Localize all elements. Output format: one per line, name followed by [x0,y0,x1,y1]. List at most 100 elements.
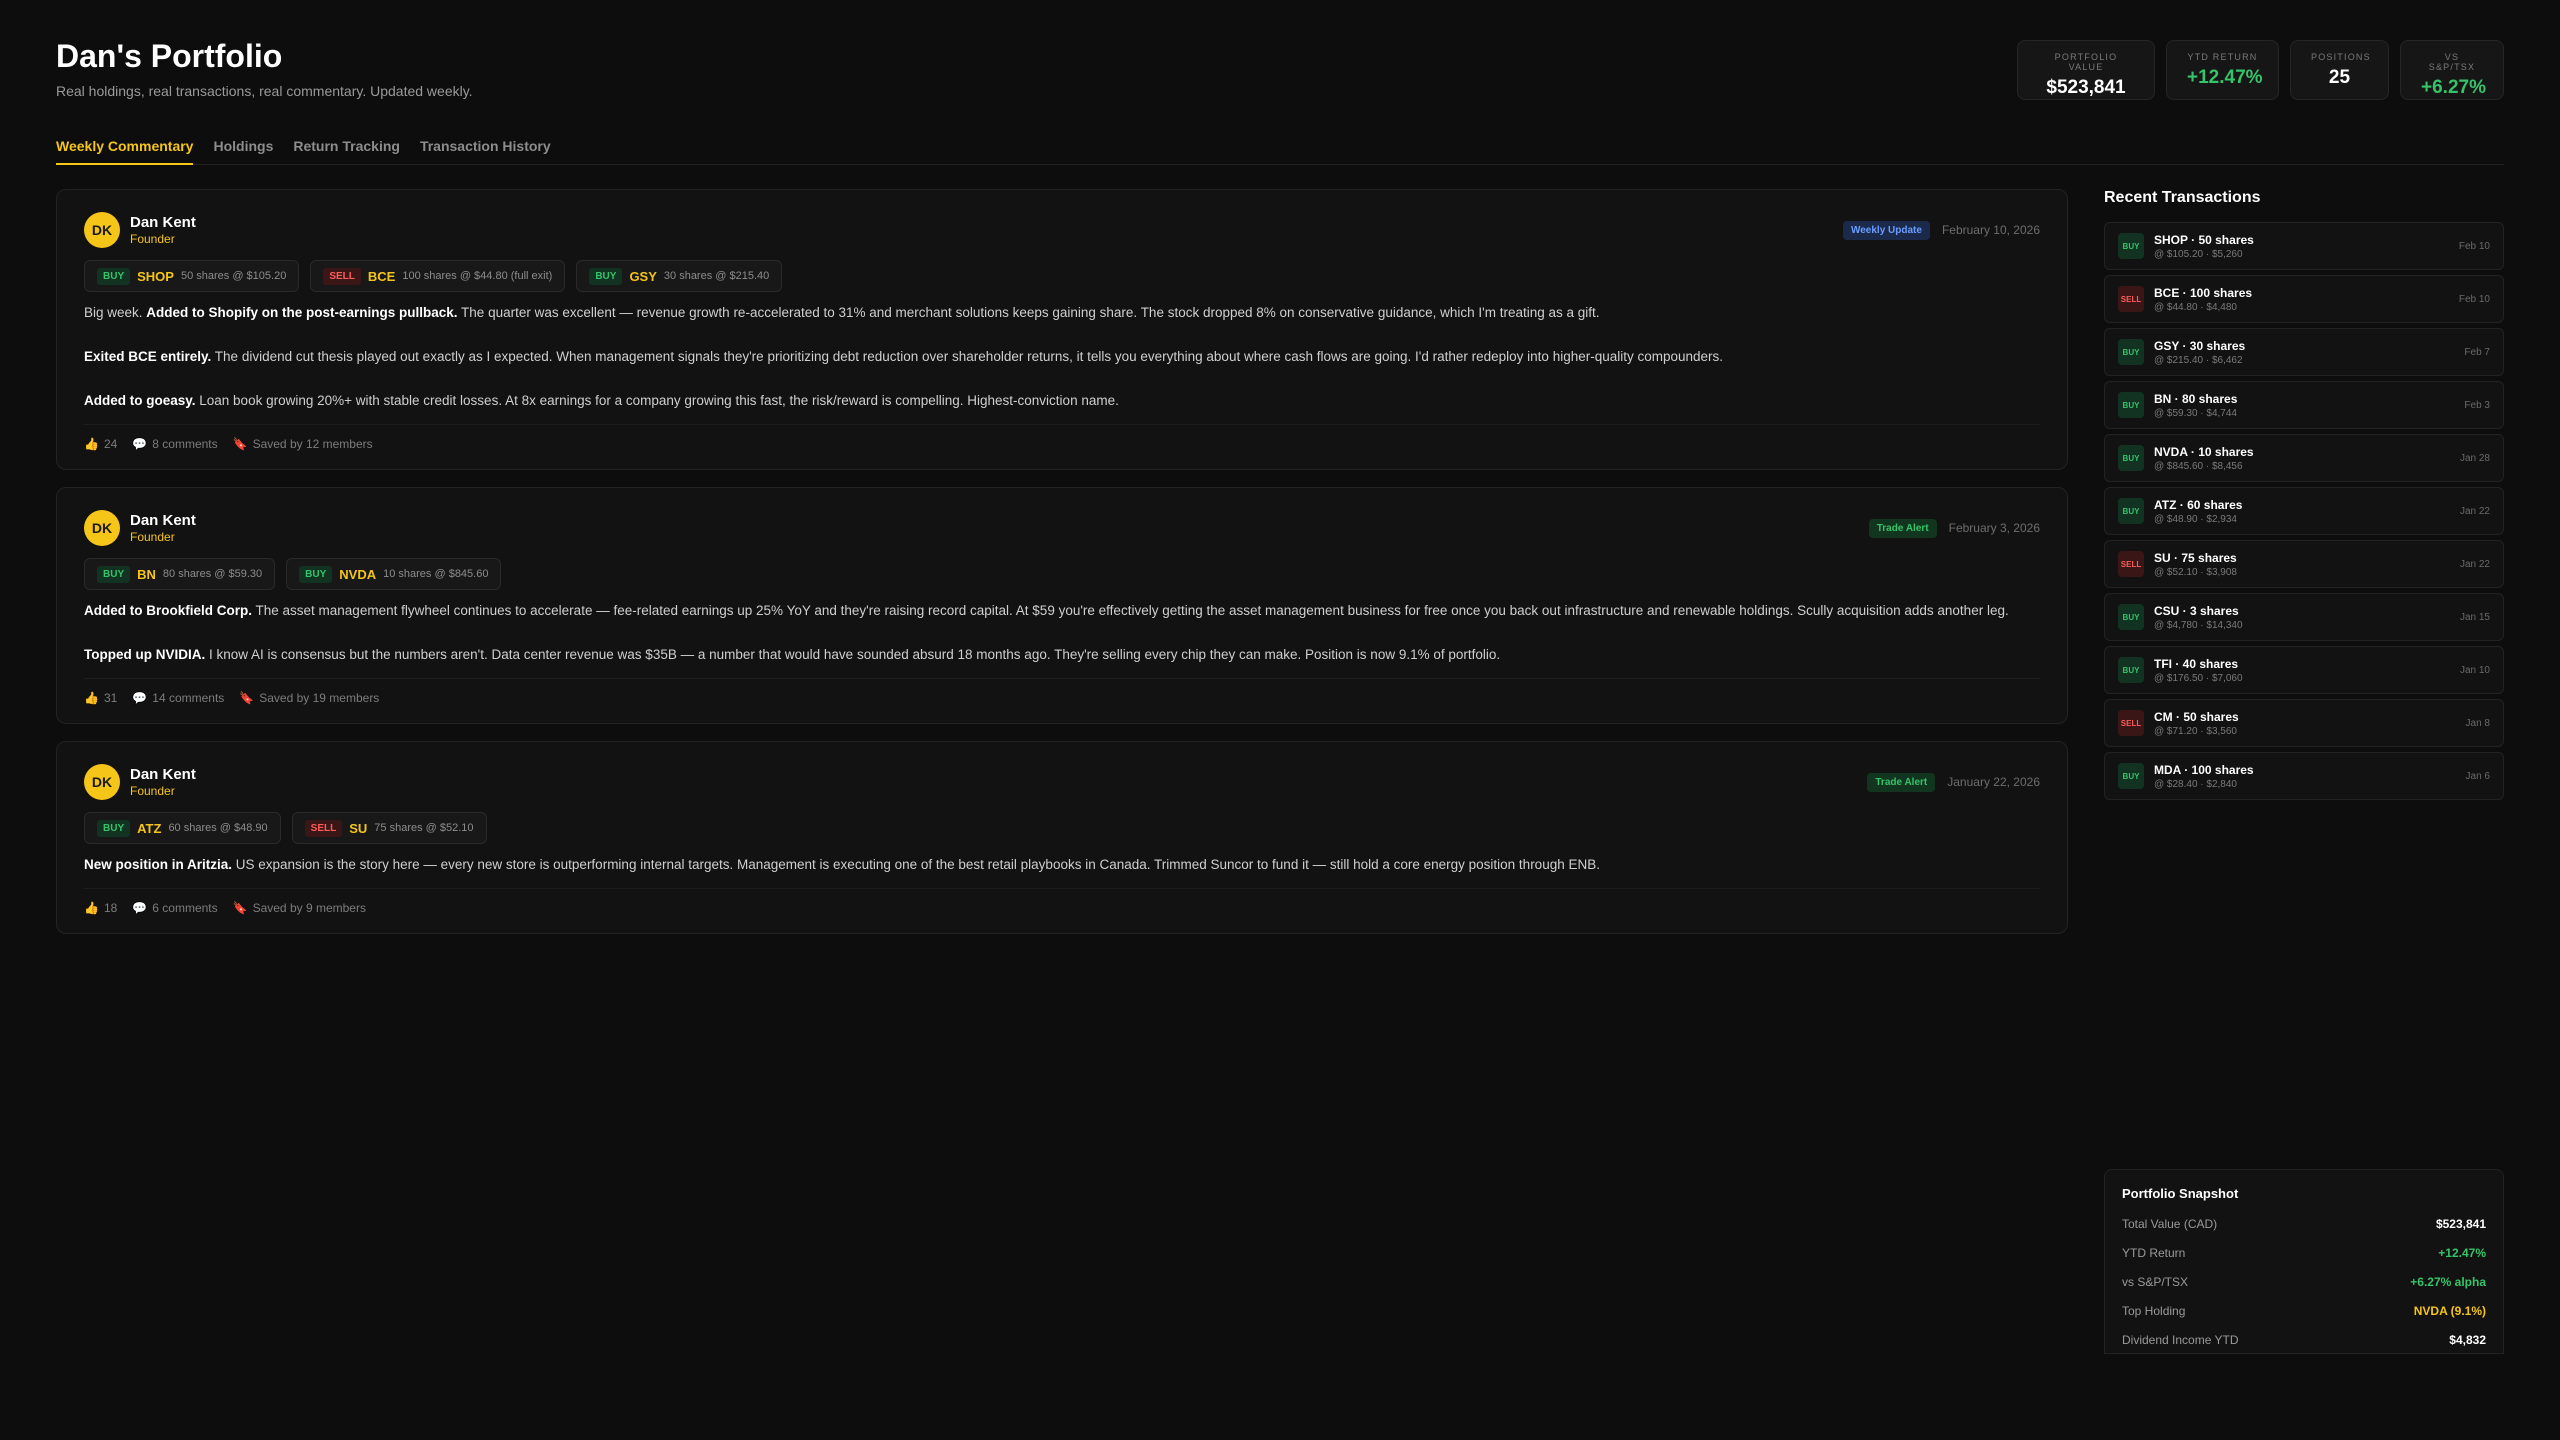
post-date: February 3, 2026 [1948,521,2040,535]
trade-ticker: NVDA [339,566,377,582]
bookmark-icon: 🔖 [239,691,255,705]
stat-value: +12.47% [2187,67,2263,88]
transaction-row[interactable]: SELL SU · 75 shares @ $52.10 · $3,908 Jan 2… [2104,540,2504,588]
stat-label: vs S&P/TSX [2428,52,2476,72]
snapshot-row: Dividend Income YTD $4,832 [2122,1325,2486,1354]
post-badge: Weekly Update [1842,220,1930,240]
stats-bar: Portfolio Value $523,841 YTD Return +12.… [2017,40,2504,100]
trade-chips: BUY ATZ 60 shares @ $48.90 SELL SU 75 sh… [84,812,2040,844]
post-paragraph: Added to goeasy. Loan book growing 20%+ … [84,393,1119,408]
avatar: DK [84,510,120,546]
transaction-title: BCE · 100 shares [2154,285,2253,300]
save-button[interactable]: 🔖 Saved by 9 members [233,901,366,915]
trade-chip[interactable]: SELL BCE 100 shares @ $44.80 (full exit) [310,260,566,292]
transaction-list: BUY SHOP · 50 shares @ $105.20 · $5,260 Feb… [2104,222,2504,800]
transaction-type-badge: BUY [2118,498,2144,524]
trade-chip[interactable]: BUY BN 80 shares @ $59.30 [84,558,276,590]
transaction-row[interactable]: BUY SHOP · 50 shares @ $105.20 · $5,260 Feb… [2104,222,2504,270]
author-role: Founder [130,232,175,246]
trade-chip[interactable]: SELL SU 75 shares @ $52.10 [291,812,487,844]
snapshot-row: YTD Return +12.47% [2122,1238,2486,1267]
post-paragraph: Added to Brookfield Corp. The asset mana… [84,603,2009,618]
post-header: DK Dan Kent Founder Trade Alert February… [84,510,2040,546]
post-body: Big week. Added to Shopify on the post-e… [84,302,2040,412]
transaction-row[interactable]: SELL CM · 50 shares @ $71.20 · $3,560 Jan 8 [2104,699,2504,747]
transaction-info: MDA · 100 shares @ $28.40 · $2,840 [2154,763,2466,790]
avatar: DK [84,764,120,800]
transaction-detail: @ $59.30 · $4,744 [2154,407,2237,419]
trade-type-pill: BUY [589,267,623,285]
trade-ticker: SU [349,820,368,836]
snapshot-value: $523,841 [2435,1216,2486,1231]
post-date: February 10, 2026 [1941,223,2040,237]
trade-chip[interactable]: BUY SHOP 50 shares @ $105.20 [84,260,300,292]
transaction-detail: @ $105.20 · $5,260 [2154,248,2243,260]
like-button[interactable]: 👍 18 [84,901,117,915]
tab-holdings[interactable]: Holdings [213,124,273,165]
commentary-feed: DK Dan Kent Founder Weekly Update Februa… [56,189,2068,951]
author: DK Dan Kent Founder [84,764,196,800]
stat-value: $523,841 [2046,77,2126,98]
like-button[interactable]: 👍 31 [84,691,117,705]
transaction-info: ATZ · 60 shares @ $48.90 · $2,934 [2154,498,2460,525]
recent-transactions-title: Recent Transactions [2104,189,2261,206]
tab-return-tracking[interactable]: Return Tracking [293,124,400,165]
trade-type-pill: SELL [323,267,361,285]
transaction-detail: @ $176.50 · $7,060 [2154,672,2243,684]
post-footer: 👍 31 💬 14 comments 🔖 Saved by 19 members [84,678,2040,705]
save-button[interactable]: 🔖 Saved by 12 members [233,437,373,451]
trade-type-pill: BUY [97,819,131,837]
transaction-row[interactable]: BUY NVDA · 10 shares @ $845.60 · $8,456 Jan… [2104,434,2504,482]
trade-chip[interactable]: BUY ATZ 60 shares @ $48.90 [84,812,281,844]
transaction-row[interactable]: SELL BCE · 100 shares @ $44.80 · $4,480 Feb… [2104,275,2504,323]
transaction-info: SHOP · 50 shares @ $105.20 · $5,260 [2154,233,2459,260]
trade-detail: 50 shares @ $105.20 [180,270,287,282]
transaction-type-badge: BUY [2118,657,2144,683]
trade-detail: 60 shares @ $48.90 [168,822,268,834]
transaction-row[interactable]: BUY BN · 80 shares @ $59.30 · $4,744 Feb 3 [2104,381,2504,429]
author: DK Dan Kent Founder [84,212,196,248]
transaction-title: SHOP · 50 shares [2154,232,2254,247]
transaction-detail: @ $4,780 · $14,340 [2154,619,2243,631]
stat-label: Portfolio Value [2054,52,2118,72]
save-button[interactable]: 🔖 Saved by 19 members [239,691,379,705]
transaction-date: Feb 3 [2464,399,2490,411]
transaction-row[interactable]: BUY CSU · 3 shares @ $4,780 · $14,340 Jan 1… [2104,593,2504,641]
transaction-row[interactable]: BUY ATZ · 60 shares @ $48.90 · $2,934 Jan 2… [2104,487,2504,535]
post-meta: Trade Alert February 3, 2026 [1868,518,2040,538]
transaction-detail: @ $71.20 · $3,560 [2154,725,2237,737]
transaction-title: CSU · 3 shares [2154,603,2239,618]
transaction-row[interactable]: BUY MDA · 100 shares @ $28.40 · $2,840 Jan … [2104,752,2504,800]
transaction-date: Feb 10 [2458,293,2490,305]
trade-type-pill: BUY [97,565,131,583]
trade-ticker: SHOP [137,268,174,284]
comments-button[interactable]: 💬 8 comments [132,437,217,451]
post-paragraph: Big week. Added to Shopify on the post-e… [84,305,1600,320]
snapshot-rows: Total Value (CAD) $523,841 YTD Return +12.4… [2122,1209,2486,1354]
stat-label: YTD Return [2187,52,2258,62]
like-button[interactable]: 👍 24 [84,437,117,451]
transaction-type-badge: BUY [2118,392,2144,418]
transaction-title: SU · 75 shares [2154,550,2237,565]
transaction-row[interactable]: BUY TFI · 40 shares @ $176.50 · $7,060 Jan … [2104,646,2504,694]
transaction-type-badge: BUY [2118,233,2144,259]
trade-chip[interactable]: BUY NVDA 10 shares @ $845.60 [286,558,502,590]
post: DK Dan Kent Founder Trade Alert February… [56,487,2068,724]
comments-button[interactable]: 💬 14 comments [132,691,224,705]
trade-type-pill: BUY [97,267,131,285]
transaction-row[interactable]: BUY GSY · 30 shares @ $215.40 · $6,462 Feb … [2104,328,2504,376]
page-title: Dan's Portfolio [56,38,283,74]
transaction-date: Jan 28 [2459,452,2490,464]
stat-label: Positions [2311,52,2371,62]
tab-transaction-history[interactable]: Transaction History [420,124,551,165]
transaction-title: GSY · 30 shares [2154,338,2246,353]
comments-button[interactable]: 💬 6 comments [132,901,217,915]
tab-weekly-commentary[interactable]: Weekly Commentary [56,124,194,165]
transaction-date: Jan 8 [2465,717,2490,729]
snapshot-value: +12.47% [2438,1245,2486,1260]
transaction-date: Feb 7 [2464,346,2490,358]
trade-chip[interactable]: BUY GSY 30 shares @ $215.40 [576,260,783,292]
transaction-date: Jan 10 [2459,664,2490,676]
author-role: Founder [130,784,175,798]
page-subtitle: Real holdings, real transactions, real c… [56,83,473,99]
